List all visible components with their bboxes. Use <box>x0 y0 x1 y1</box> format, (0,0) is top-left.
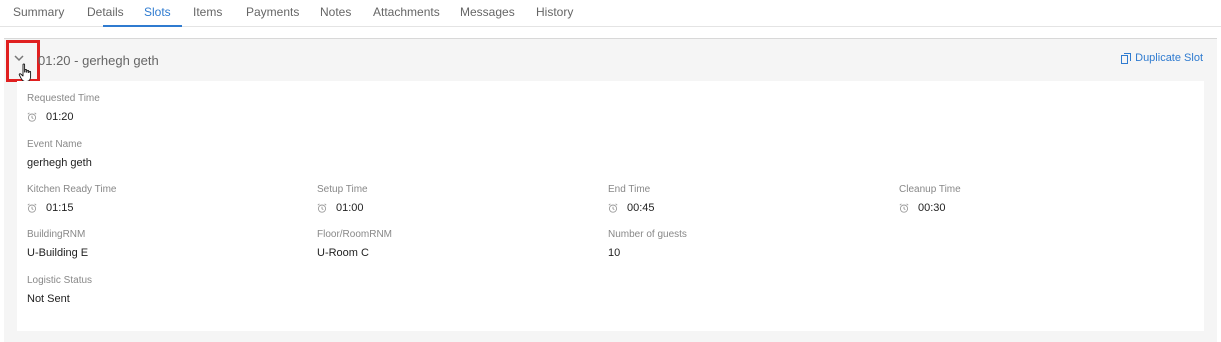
logistic-status-field: Logistic Status Not Sent <box>27 275 92 305</box>
tab-items[interactable]: Items <box>193 5 222 19</box>
alarm-clock-icon <box>27 112 37 122</box>
building-label: BuildingRNM <box>27 229 86 240</box>
event-name-label: Event Name <box>27 139 83 150</box>
slot-details: Requested Time 01:20 Event Name gerhegh … <box>17 81 1204 331</box>
tab-attachments[interactable]: Attachments <box>373 5 440 19</box>
requested-time-value: 01:20 <box>46 111 74 123</box>
duplicate-slot-button[interactable]: Duplicate Slot <box>1121 52 1203 64</box>
tab-slots[interactable]: Slots <box>144 5 171 19</box>
active-tab-indicator <box>103 25 182 27</box>
cleanup-time-value: 00:30 <box>918 202 946 214</box>
cleanup-time-label: Cleanup Time <box>899 184 961 195</box>
end-time-field: End Time 00:45 <box>608 184 655 214</box>
building-field: BuildingRNM U-Building E <box>27 229 88 259</box>
tab-summary[interactable]: Summary <box>13 5 64 19</box>
floor-room-field: Floor/RoomRNM U-Room C <box>317 229 392 259</box>
cleanup-time-field: Cleanup Time 00:30 <box>899 184 961 214</box>
guests-label: Number of guests <box>608 229 687 240</box>
tab-bar: Summary Details Slots Items Payments Not… <box>0 0 1221 27</box>
logistic-status-value: Not Sent <box>27 293 70 305</box>
tab-notes[interactable]: Notes <box>320 5 351 19</box>
end-time-value: 00:45 <box>627 202 655 214</box>
tab-messages[interactable]: Messages <box>460 5 515 19</box>
kitchen-ready-time-value: 01:15 <box>46 202 74 214</box>
guests-field: Number of guests 10 <box>608 229 687 259</box>
tab-details[interactable]: Details <box>87 5 124 19</box>
slot-title: 01:20 - gerhegh geth <box>38 53 159 68</box>
kitchen-ready-time-label: Kitchen Ready Time <box>27 184 117 195</box>
setup-time-value: 01:00 <box>336 202 364 214</box>
alarm-clock-icon <box>27 203 37 213</box>
event-name-value: gerhegh geth <box>27 157 92 169</box>
end-time-label: End Time <box>608 184 651 195</box>
floor-room-value: U-Room C <box>317 247 369 259</box>
copy-icon <box>1121 52 1132 64</box>
event-name-field: Event Name gerhegh geth <box>27 139 92 169</box>
alarm-clock-icon <box>899 203 909 213</box>
duplicate-slot-label: Duplicate Slot <box>1135 52 1203 64</box>
floor-room-label: Floor/RoomRNM <box>317 229 393 240</box>
slot-panel: 01:20 - gerhegh geth Duplicate Slot Requ… <box>4 38 1217 342</box>
requested-time-field: Requested Time 01:20 <box>27 93 100 123</box>
alarm-clock-icon <box>608 203 618 213</box>
slot-header[interactable]: 01:20 - gerhegh geth Duplicate Slot <box>4 39 1217 82</box>
logistic-status-label: Logistic Status <box>27 275 93 286</box>
setup-time-label: Setup Time <box>317 184 368 195</box>
requested-time-label: Requested Time <box>27 93 100 104</box>
hand-pointer-icon <box>18 63 32 82</box>
setup-time-field: Setup Time 01:00 <box>317 184 368 214</box>
alarm-clock-icon <box>317 203 327 213</box>
kitchen-ready-time-field: Kitchen Ready Time 01:15 <box>27 184 117 214</box>
tab-payments[interactable]: Payments <box>246 5 299 19</box>
tab-history[interactable]: History <box>536 5 573 19</box>
guests-value: 10 <box>608 247 621 259</box>
building-value: U-Building E <box>27 247 89 259</box>
